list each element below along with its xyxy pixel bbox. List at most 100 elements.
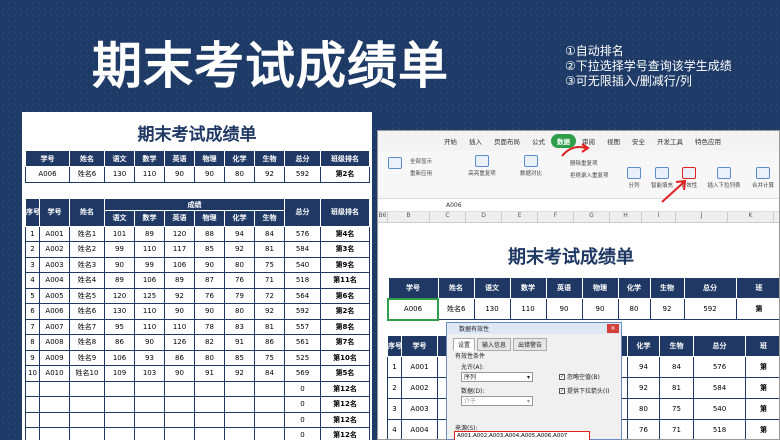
dropdown-arrow-checkbox[interactable]: ✓ 提供下拉箭头(I) [559,386,609,395]
highlight-duplicates-button[interactable]: 高亮重复项 [462,155,502,177]
table-cell: 88 [194,225,225,242]
table-cell: 第10名 [320,349,370,366]
table-cell: A002 [39,241,70,258]
consolidate-button[interactable]: 合并计算 [746,167,779,189]
table-cell: A009 [39,349,70,366]
column-header: 学号 [25,150,70,167]
query-cell: 姓名6 [437,298,475,320]
dialog-tabs: 设置 输入信息 出错警告 [453,338,621,351]
table-row: 0 第12名 [25,427,370,440]
menu-item[interactable]: 特色应用 [689,136,727,146]
query-cell: 110 [509,298,547,320]
table-cell: 85 [224,349,255,366]
source-input[interactable]: A001,A002,A003,A004,A005,A006,A007 [454,431,590,440]
table-row: 10 A010 姓名10 109 103 90 91 92 84 569 第5名 [25,365,370,382]
tab-error-alert[interactable]: 出错警告 [513,338,548,351]
table-cell: 第7名 [320,334,370,351]
table-cell: 姓名10 [69,365,105,382]
sheet-title: 期末考试成绩单 [137,125,257,145]
table-cell: 86 [164,349,195,366]
table-cell: 117 [164,241,195,258]
menu-item[interactable]: 开始 [438,136,463,146]
formula-bar[interactable]: A006 [378,199,779,212]
column-header: 总分 [284,150,321,167]
column-header: 姓名 [69,150,105,167]
table-cell: 86 [104,334,135,351]
table-cell: 第8名 [320,318,370,335]
menu-item[interactable]: 开发工具 [651,136,689,146]
query-cell: 80 [617,298,651,320]
table-cell: 92 [254,303,285,320]
table-cell: 0 [284,396,321,413]
table-cell: 90 [134,334,165,351]
feature-notes: ①自动排名 ②下拉选择学号查询该学生成绩 ③可无限插入/删减行/列 [565,44,732,89]
table-cell: 第6名 [320,287,370,304]
table-cell [224,396,255,413]
table-cell [25,411,40,428]
table-cell: 110 [134,241,165,258]
col-bio: 生物 [659,335,694,357]
query-table-right: 学号 姓名 语文 数学 英语 物理 化学 生物 总分班 A006 姓名6 130 110 90 90 80 9… [387,277,779,321]
menu-item[interactable]: 页面布局 [488,136,526,146]
menu-item[interactable]: 公式 [526,136,551,146]
table-cell: A003 [401,398,438,420]
menu-item[interactable]: 插入 [463,136,488,146]
table-cell: 95 [104,318,135,335]
column-header: 化学 [224,150,255,167]
table-cell: 80 [627,398,660,420]
menu-item[interactable]: 安全 [626,136,651,146]
column-header: 姓名 [437,277,475,299]
col-rank: 班级排名 [320,198,370,227]
data-compare-button[interactable]: 数据对比 [512,155,550,177]
col-seq: 序号 [25,198,40,227]
table-cell: 第 [745,398,779,420]
reapply-button[interactable]: 重新应用 [404,169,438,177]
table-cell [69,427,105,440]
close-icon[interactable]: ✕ [607,324,619,333]
query-cell[interactable]: A006 [387,297,439,321]
table-cell: 5 [25,287,40,304]
table-cell: 101 [104,225,135,242]
table-cell: A001 [39,225,70,242]
data-validation-dialog: 数据有效性 ✕ 设置 输入信息 出错警告 有效性条件 允许(A): 序列 ▾ 数据… [446,322,622,440]
tab-settings[interactable]: 设置 [453,338,476,351]
table-cell: 94 [224,225,255,242]
table-cell: 94 [627,356,660,378]
arrow-to-validity-icon [661,179,687,203]
table-cell [39,427,70,440]
table-cell: 姓名5 [69,287,105,304]
table-cell: A004 [39,272,70,289]
menu-item[interactable]: 视图 [601,136,626,146]
column-letter: J [676,212,728,222]
insert-dropdown-button[interactable]: 插入下拉列表 [704,167,744,189]
table-row: 0 第12名 [25,380,370,397]
table-cell [39,411,70,428]
table-cell: 120 [164,225,195,242]
table-cell [104,411,135,428]
column-header: 学号 [387,277,439,299]
table-row: 7 A007 姓名7 95 110 110 78 83 81 557 第8名 [25,318,370,335]
table-cell: 姓名7 [69,318,105,335]
table-cell: 80 [224,256,255,273]
dialog-titlebar: 数据有效性 ✕ [447,323,621,334]
reject-duplicates-button[interactable]: 拒绝录入重复项 [570,171,630,179]
table-cell: 90 [164,365,195,382]
allow-select[interactable]: 序列 ▾ [461,372,533,382]
show-all-button[interactable]: 全部显示 [404,157,438,165]
table-cell: 姓名4 [69,272,105,289]
remove-duplicates-button[interactable]: 删除重复项 [570,159,614,167]
dialog-title: 数据有效性 [459,326,490,333]
table-cell: 81 [659,377,694,399]
tab-input-message[interactable]: 输入信息 [477,338,512,351]
ignore-blank-checkbox[interactable]: ✓ 忽略空值(B) [559,372,600,381]
table-cell: 82 [194,334,225,351]
table-cell: A008 [39,334,70,351]
split-column-button[interactable]: 分列 [622,167,646,189]
table-cell [164,380,195,397]
table-cell: 89 [164,272,195,289]
query-cell: 592 [284,166,321,183]
table-cell: A010 [39,365,70,382]
data-select[interactable]: 介于 ▾ [461,396,533,406]
query-cell: 130 [104,166,135,183]
table-cell: 第2名 [320,303,370,320]
